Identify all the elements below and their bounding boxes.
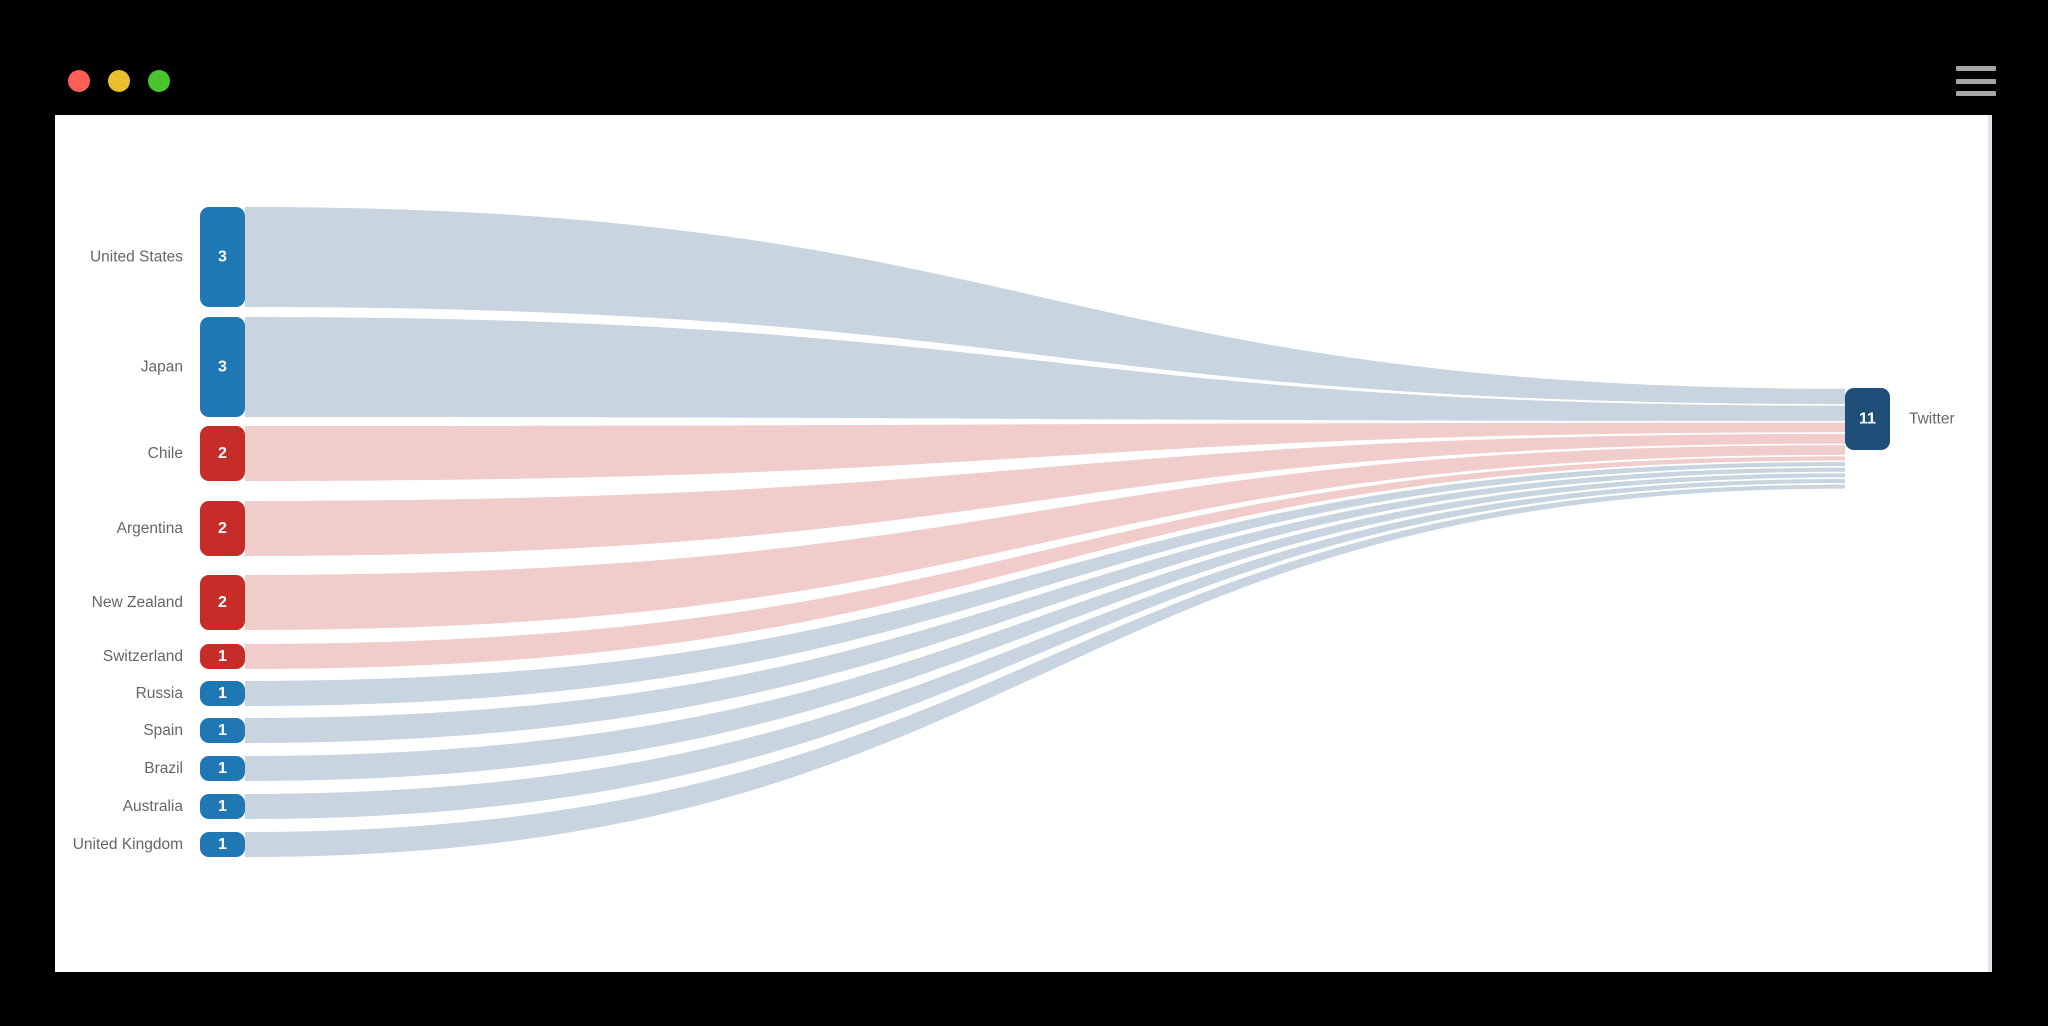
maximize-window-button[interactable] <box>148 70 170 92</box>
sankey-node-label-japan: Japan <box>141 359 183 376</box>
sankey-node-value-australia: 1 <box>218 798 227 815</box>
sankey-links-group <box>245 207 1845 857</box>
sankey-node-label-australia: Australia <box>123 798 184 815</box>
sankey-node-value-united-kingdom: 1 <box>218 836 227 853</box>
sankey-node-value-united-states: 3 <box>218 249 227 266</box>
sankey-node-label-new-zealand: New Zealand <box>92 594 183 611</box>
sankey-chart-canvas: 3 3 2 2 2 1 1 1 1 1 1 11 United States Japan Chile Arg… <box>55 115 1990 972</box>
sankey-node-value-chile: 2 <box>218 445 227 462</box>
hamburger-bar-middle <box>1956 78 1996 84</box>
sankey-node-value-twitter: 11 <box>1859 411 1876 428</box>
sankey-node-value-russia: 1 <box>218 685 227 702</box>
sankey-node-value-argentina: 2 <box>218 520 227 537</box>
sankey-node-label-united-kingdom: United Kingdom <box>73 836 183 853</box>
sankey-node-label-chile: Chile <box>148 445 183 462</box>
close-window-button[interactable] <box>68 70 90 92</box>
sankey-node-value-japan: 3 <box>218 359 227 376</box>
canvas-right-edge <box>1988 115 1992 972</box>
sankey-node-value-brazil: 1 <box>218 760 227 777</box>
sankey-node-label-united-states: United States <box>90 249 183 266</box>
sankey-diagram: 3322211111111 United StatesJapanChileArg… <box>73 207 1955 857</box>
sankey-node-value-new-zealand: 2 <box>218 594 227 611</box>
hamburger-menu-icon[interactable] <box>1956 66 1996 96</box>
sankey-node-label-switzerland: Switzerland <box>103 648 183 665</box>
hamburger-bar-bottom <box>1956 91 1996 96</box>
sankey-node-value-switzerland: 1 <box>218 648 227 665</box>
sankey-node-label-russia: Russia <box>136 685 184 702</box>
sankey-node-value-spain: 1 <box>218 722 227 739</box>
minimize-window-button[interactable] <box>108 70 130 92</box>
sankey-node-label-spain: Spain <box>143 722 183 739</box>
sankey-node-label-argentina: Argentina <box>117 520 184 537</box>
sankey-node-label-brazil: Brazil <box>144 760 183 777</box>
traffic-lights-group <box>68 70 170 92</box>
window-titlebar <box>0 0 2048 115</box>
sankey-node-label-twitter: Twitter <box>1909 411 1955 428</box>
app-window: 3 3 2 2 2 1 1 1 1 1 1 11 United States Japan Chile Arg… <box>0 0 2048 1026</box>
hamburger-bar-top <box>1956 66 1996 71</box>
